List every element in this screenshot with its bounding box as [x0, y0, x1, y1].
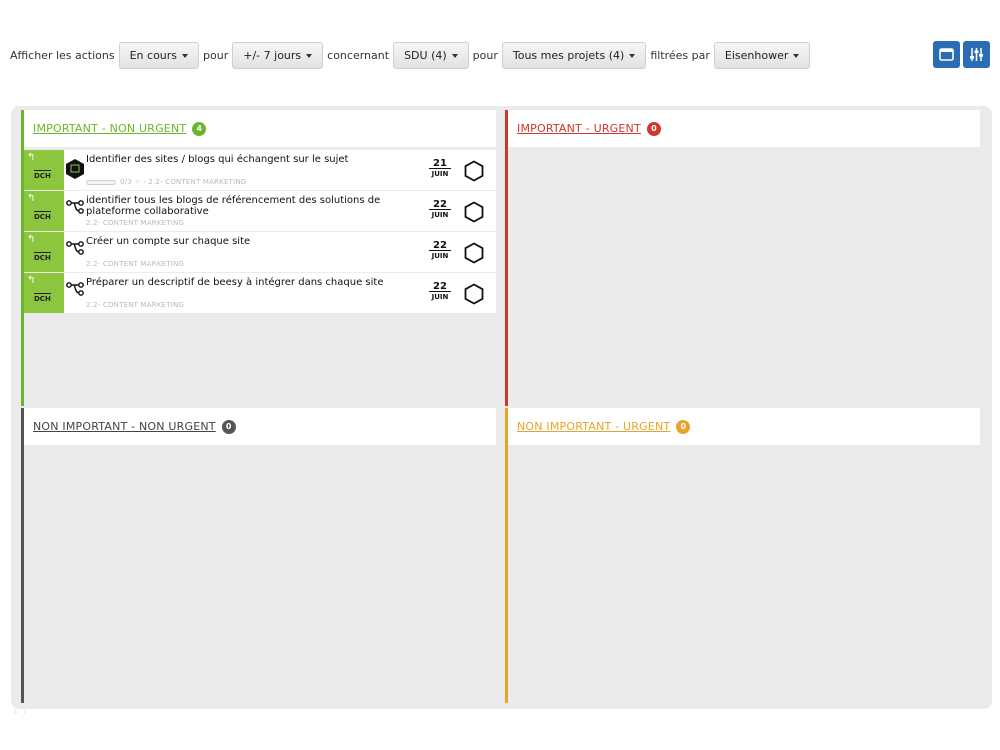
status-dropdown-value: En cours	[129, 49, 178, 62]
filter-label-for: pour	[203, 49, 229, 62]
due-day: 22	[429, 241, 451, 251]
task-meta: 0/3 ☜ - 2.2- CONTENT MARKETING	[86, 178, 246, 186]
hexagon-status-icon[interactable]	[464, 160, 484, 182]
task-meta: 2.2- CONTENT MARKETING	[86, 219, 184, 227]
task-title[interactable]: Préparer un descriptif de beesy à intégr…	[86, 277, 416, 288]
branch-icon	[66, 241, 84, 255]
hexagon-status-icon[interactable]	[464, 201, 484, 223]
quadrant-title[interactable]: NON IMPORTANT - NON URGENT	[33, 420, 216, 433]
task-meta: 2.2- CONTENT MARKETING	[86, 301, 184, 309]
hexagon-box-icon	[66, 159, 84, 179]
filter-label-concerning: concernant	[327, 49, 390, 62]
quadrant-header: IMPORTANT - URGENT 0	[508, 110, 980, 147]
method-dropdown[interactable]: Eisenhower	[713, 42, 811, 69]
count-badge: 0	[676, 419, 691, 434]
filter-label-show-actions: Afficher les actions	[10, 49, 115, 62]
reply-arrow-icon: ↰	[27, 275, 36, 286]
quadrant-header: IMPORTANT - NON URGENT 4	[24, 110, 496, 147]
task-category: 0/3 ☜ - 2.2- CONTENT MARKETING	[120, 178, 247, 186]
scope-dropdown-value: SDU (4)	[404, 49, 447, 62]
quadrant-title[interactable]: IMPORTANT - URGENT	[517, 122, 641, 135]
quadrant-header: NON IMPORTANT - NON URGENT 0	[24, 408, 496, 445]
filter-label-filtered-by: filtrées par	[650, 49, 710, 62]
eisenhower-board: IMPORTANT - NON URGENT 4 ↰ DCH Identifie…	[11, 106, 992, 709]
due-month: JUIN	[431, 252, 449, 260]
task-category: 2.2- CONTENT MARKETING	[86, 260, 185, 268]
filter-bar: Afficher les actions En cours pour +/- 7…	[10, 41, 814, 70]
task-category: 2.2- CONTENT MARKETING	[86, 301, 185, 309]
task-owner-strip: ↰ DCH	[24, 150, 64, 190]
branch-icon	[66, 282, 84, 296]
caret-down-icon	[793, 53, 800, 58]
quadrant-title[interactable]: NON IMPORTANT - URGENT	[517, 420, 670, 433]
caret-down-icon	[306, 53, 313, 58]
due-month: JUIN	[431, 170, 449, 178]
filter-label-for-projects: pour	[472, 49, 498, 62]
task-category: 2.2- CONTENT MARKETING	[86, 219, 185, 227]
task-due-date[interactable]: 21 JUIN	[429, 159, 451, 179]
task-owner-strip: ↰ DCH	[24, 191, 64, 231]
loading-spinner-icon: ⁘ ·	[12, 708, 27, 717]
quadrant-non-important-non-urgent: NON IMPORTANT - NON URGENT 0	[21, 408, 496, 703]
caret-down-icon	[182, 53, 189, 58]
task-due-date[interactable]: 22 JUIN	[429, 282, 451, 302]
task-title[interactable]: Identifier des sites / blogs qui échange…	[86, 154, 416, 165]
due-day: 22	[429, 282, 451, 292]
quadrant-important-non-urgent: IMPORTANT - NON URGENT 4 ↰ DCH Identifie…	[21, 110, 496, 406]
window-icon	[939, 48, 954, 61]
hexagon-status-icon[interactable]	[464, 283, 484, 305]
task-owner-strip: ↰ DCH	[24, 232, 64, 272]
status-dropdown[interactable]: En cours	[118, 42, 200, 69]
count-badge: 4	[192, 121, 207, 136]
settings-button[interactable]	[963, 41, 990, 68]
sliders-icon	[970, 48, 983, 61]
reply-arrow-icon: ↰	[27, 152, 36, 163]
caret-down-icon	[451, 53, 458, 58]
caret-down-icon	[629, 53, 636, 58]
projects-dropdown-value: Tous mes projets (4)	[512, 49, 625, 62]
count-badge: 0	[221, 419, 236, 434]
owner-label: DCH	[34, 211, 51, 221]
projects-dropdown[interactable]: Tous mes projets (4)	[501, 42, 647, 69]
quadrant-important-urgent: IMPORTANT - URGENT 0	[505, 110, 980, 406]
period-dropdown-value: +/- 7 jours	[243, 49, 302, 62]
owner-label: DCH	[34, 252, 51, 262]
branch-icon	[66, 200, 84, 214]
count-badge: 0	[646, 121, 661, 136]
due-month: JUIN	[431, 211, 449, 219]
task-due-date[interactable]: 22 JUIN	[429, 200, 451, 220]
window-view-button[interactable]	[933, 41, 960, 68]
task-owner-strip: ↰ DCH	[24, 273, 64, 313]
progress-bar	[86, 179, 116, 185]
task-title[interactable]: identifier tous les blogs de référenceme…	[86, 195, 416, 217]
task-row[interactable]: ↰ DCH Identifier des sites / blogs qui é…	[24, 149, 496, 190]
owner-label: DCH	[34, 293, 51, 303]
due-day: 22	[429, 200, 451, 210]
reply-arrow-icon: ↰	[27, 193, 36, 204]
task-row[interactable]: ↰ DCH Créer un compte sur chaque site 2.…	[24, 231, 496, 272]
quadrant-non-important-urgent: NON IMPORTANT - URGENT 0	[505, 408, 980, 703]
scope-dropdown[interactable]: SDU (4)	[393, 42, 469, 69]
owner-label: DCH	[34, 170, 51, 180]
quadrant-title[interactable]: IMPORTANT - NON URGENT	[33, 122, 186, 135]
due-day: 21	[429, 159, 451, 169]
task-row[interactable]: ↰ DCH Préparer un descriptif de beesy à …	[24, 272, 496, 313]
period-dropdown[interactable]: +/- 7 jours	[232, 42, 324, 69]
task-due-date[interactable]: 22 JUIN	[429, 241, 451, 261]
hexagon-status-icon[interactable]	[464, 242, 484, 264]
task-title[interactable]: Créer un compte sur chaque site	[86, 236, 416, 247]
quadrant-header: NON IMPORTANT - URGENT 0	[508, 408, 980, 445]
task-meta: 2.2- CONTENT MARKETING	[86, 260, 184, 268]
reply-arrow-icon: ↰	[27, 234, 36, 245]
due-month: JUIN	[431, 293, 449, 301]
task-row[interactable]: ↰ DCH identifier tous les blogs de référ…	[24, 190, 496, 231]
method-dropdown-value: Eisenhower	[724, 49, 789, 62]
